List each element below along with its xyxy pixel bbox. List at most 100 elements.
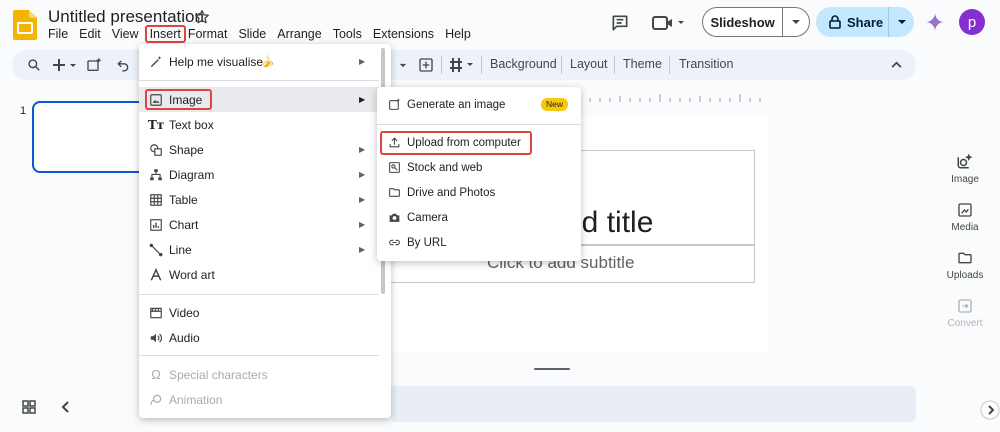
grid-view-icon[interactable] (22, 400, 36, 414)
menu-help[interactable]: Help (445, 27, 476, 43)
upload-highlight-box (380, 131, 532, 155)
menu-item-text-box[interactable]: Tт Text box (139, 112, 379, 137)
menu-item-diagram[interactable]: Diagram ▶ (139, 162, 379, 187)
image-highlight-box (145, 89, 212, 110)
submenu-arrow-icon: ▶ (359, 57, 366, 66)
stock-icon (377, 161, 407, 174)
menu-item-shape[interactable]: Shape ▶ (139, 137, 379, 162)
camera-icon (377, 211, 407, 224)
generate-image-icon (377, 98, 407, 111)
insert-menu: Help me visualise 🍌 ▶ Image ▶ Tт Text bo… (139, 44, 391, 418)
side-panel-image[interactable]: Image (940, 152, 990, 185)
menu-file[interactable]: File (48, 27, 73, 43)
share-button[interactable]: Share (816, 7, 914, 37)
menu-item-by-url[interactable]: By URL (377, 230, 581, 255)
side-panel-uploads[interactable]: Uploads (940, 250, 990, 281)
insert-comment-box-icon[interactable] (418, 57, 434, 73)
animation-icon (139, 393, 169, 407)
folder-icon (958, 252, 972, 264)
side-panel-media[interactable]: Media (940, 202, 990, 233)
menu-item-special-characters[interactable]: Ω Special characters (139, 362, 379, 387)
star-icon[interactable] (194, 9, 210, 25)
menu-item-table[interactable]: Table ▶ (139, 187, 379, 212)
speaker-notes-area[interactable] (390, 386, 916, 422)
chevron-left-icon[interactable] (60, 401, 70, 413)
transition-button[interactable]: Transition (679, 57, 733, 71)
side-panel-media-label: Media (951, 222, 979, 233)
submenu-arrow-icon: ▶ (359, 220, 366, 229)
table-icon (139, 193, 169, 207)
menu-bar: File Edit View Insert Format Slide Arran… (48, 25, 482, 43)
explore-fab-icon[interactable] (980, 400, 1000, 420)
submenu-arrow-icon: ▶ (359, 170, 366, 179)
chevron-down-icon[interactable] (399, 63, 407, 68)
menu-item-chart[interactable]: Chart ▶ (139, 212, 379, 237)
video-icon (139, 306, 169, 320)
theme-button[interactable]: Theme (623, 57, 662, 71)
slides-logo-icon[interactable] (12, 9, 38, 41)
slide-number: 1 (20, 105, 27, 117)
menu-item-camera[interactable]: Camera (377, 205, 581, 230)
search-menus-icon[interactable] (27, 58, 41, 72)
new-badge: New (541, 98, 569, 111)
chevron-down-icon[interactable] (889, 19, 914, 25)
omega-icon: Ω (151, 367, 161, 382)
slideshow-button[interactable]: Slideshow (702, 7, 810, 37)
new-slide-icon[interactable] (53, 58, 79, 72)
menu-slide[interactable]: Slide (238, 27, 271, 43)
side-panel-convert-label: Convert (947, 318, 983, 329)
comments-icon[interactable] (610, 13, 630, 33)
menu-item-word-art[interactable]: Word art (139, 262, 379, 287)
menu-view[interactable]: View (112, 27, 144, 43)
diagram-icon (139, 168, 169, 182)
slide-thumbnail[interactable] (32, 101, 152, 173)
menu-format[interactable]: Format (188, 27, 233, 43)
lock-icon (829, 15, 841, 29)
word-art-icon (139, 267, 169, 282)
line-icon (139, 243, 169, 257)
background-button[interactable]: Background (490, 57, 557, 71)
meet-video-icon[interactable] (651, 13, 687, 33)
image-sparkle-icon (957, 153, 973, 169)
submenu-arrow-icon: ▶ (359, 195, 366, 204)
undo-icon[interactable] (116, 58, 130, 72)
link-icon (377, 236, 407, 249)
menu-insert[interactable]: Insert (144, 25, 186, 43)
menu-tools[interactable]: Tools (333, 27, 367, 43)
convert-icon (958, 299, 972, 313)
menu-item-video[interactable]: Video (139, 300, 379, 325)
document-title[interactable]: Untitled presentation (48, 7, 204, 27)
chart-icon (139, 218, 169, 232)
layout-button[interactable]: Layout (570, 57, 608, 71)
chevron-down-icon[interactable] (783, 19, 809, 25)
drive-icon (377, 186, 407, 199)
menu-item-stock-and-web[interactable]: Stock and web (377, 155, 581, 180)
gemini-sparkle-icon[interactable] (925, 12, 945, 32)
submenu-arrow-icon: ▶ (359, 95, 366, 104)
slideshow-label[interactable]: Slideshow (703, 15, 782, 30)
banana-emoji: 🍌 (261, 56, 275, 68)
shape-icon (139, 143, 169, 157)
menu-extensions[interactable]: Extensions (373, 27, 439, 43)
submenu-arrow-icon: ▶ (359, 245, 366, 254)
share-label: Share (847, 14, 884, 30)
chevron-up-icon[interactable] (891, 61, 902, 68)
avatar[interactable]: p (959, 9, 985, 35)
grid-lines-icon[interactable] (449, 57, 477, 73)
side-panel-convert[interactable]: Convert (940, 298, 990, 329)
menu-edit[interactable]: Edit (79, 27, 106, 43)
menu-arrange[interactable]: Arrange (277, 27, 326, 43)
menu-item-help-me-visualise[interactable]: Help me visualise 🍌 ▶ (139, 49, 379, 74)
magic-pen-icon (139, 55, 169, 69)
menu-item-animation[interactable]: Animation (139, 387, 379, 412)
media-icon (958, 203, 972, 217)
side-panel-uploads-label: Uploads (946, 270, 984, 281)
submenu-arrow-icon: ▶ (359, 145, 366, 154)
menu-item-drive-and-photos[interactable]: Drive and Photos (377, 180, 581, 205)
menu-item-audio[interactable]: Audio (139, 325, 379, 350)
menu-item-line[interactable]: Line ▶ (139, 237, 379, 262)
image-submenu: Generate an image New Upload from comput… (377, 87, 581, 261)
speaker-notes-resize-handle[interactable] (534, 368, 570, 370)
new-slide-layout-icon[interactable] (86, 57, 102, 73)
text-box-icon: Tт (147, 117, 165, 132)
